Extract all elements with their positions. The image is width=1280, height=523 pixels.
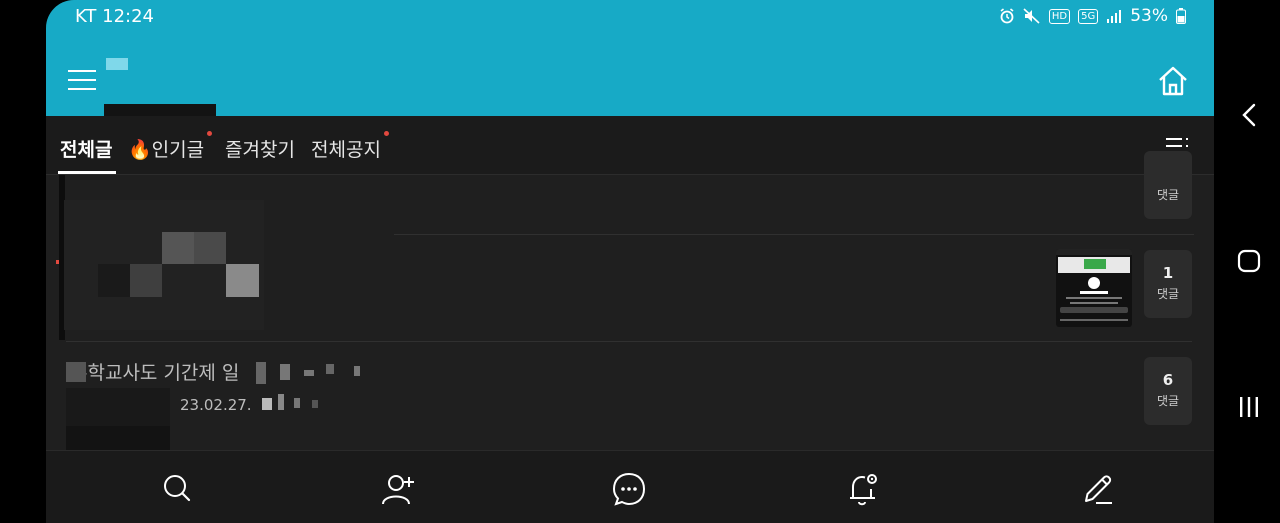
notification-settings-icon[interactable] (843, 469, 883, 509)
new-dot (207, 131, 212, 136)
chat-icon[interactable] (609, 469, 649, 509)
tab-popular[interactable]: 🔥인기글 (128, 135, 204, 162)
redacted-pixel (304, 370, 314, 376)
video-thumbnail[interactable] (1056, 249, 1132, 327)
post-title[interactable]: 수학교사도 기간제 일 (70, 358, 239, 385)
comment-label: 댓글 (1156, 188, 1180, 202)
app-bar (46, 34, 1214, 116)
post-date: 23.02.27. (180, 396, 252, 414)
home-icon[interactable] (1156, 64, 1190, 98)
comment-label: 댓글 (1156, 287, 1180, 301)
redacted-pixel (294, 398, 300, 408)
redacted-pixel (278, 394, 284, 410)
network-badge: 5G (1078, 8, 1099, 24)
bottom-nav (46, 450, 1214, 523)
hamburger-icon[interactable] (68, 68, 98, 92)
redacted-pixel (262, 398, 272, 410)
redacted-pixel (280, 364, 290, 380)
hd-badge: HD (1048, 8, 1071, 24)
tab-bar: 전체글 🔥인기글 즐겨찾기 전체공지 (46, 116, 1214, 175)
add-friend-icon[interactable] (378, 469, 418, 509)
list-item[interactable]: 1 댓글 (46, 236, 1214, 341)
cafe-logo[interactable] (106, 58, 128, 70)
redacted-pixel (256, 362, 266, 384)
tab-all-notices[interactable]: 전체공지 (311, 135, 381, 162)
carrier-time: KT 12:24 (75, 6, 154, 27)
system-recent-apps-icon[interactable] (1236, 394, 1262, 420)
battery-percent: 53% (1130, 6, 1168, 26)
redacted-pixel (326, 364, 334, 374)
redacted-pixel (354, 366, 360, 376)
active-tab-indicator (58, 171, 116, 174)
system-back-icon[interactable] (1238, 101, 1260, 129)
battery-icon (1176, 8, 1186, 24)
redacted-area (66, 388, 170, 426)
divider (394, 234, 1194, 235)
comment-label: 댓글 (1156, 394, 1180, 408)
mute-icon (1023, 8, 1040, 24)
comment-count-box[interactable]: 1 댓글 (1144, 250, 1192, 318)
system-home-icon[interactable] (1236, 248, 1262, 274)
tab-favorites[interactable]: 즐겨찾기 (225, 135, 295, 162)
comment-count-box[interactable]: 댓글 (1144, 151, 1192, 219)
tab-all-posts[interactable]: 전체글 (60, 135, 112, 162)
signal-icon (1107, 10, 1122, 23)
status-icons: HD 5G 53% (999, 6, 1186, 26)
new-dot (384, 131, 389, 136)
redacted-pixel (66, 362, 86, 382)
alarm-icon (1000, 8, 1014, 24)
search-icon[interactable] (158, 469, 198, 509)
comment-count-box[interactable]: 6 댓글 (1144, 357, 1192, 425)
redacted-pixel (312, 400, 318, 408)
status-bar: KT 12:24 HD 5G 53% (46, 0, 1214, 34)
write-icon[interactable] (1078, 469, 1118, 509)
app-screen: KT 12:24 HD 5G 53% 전체글 🔥인기글 즐겨찾기 전체공지 댓글… (46, 0, 1214, 523)
